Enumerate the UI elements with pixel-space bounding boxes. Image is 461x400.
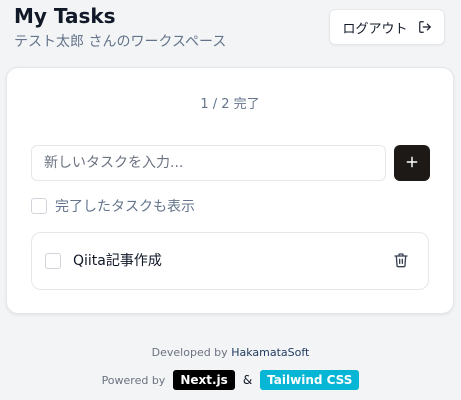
workspace-subtitle: テスト太郎 さんのワークスペース (14, 34, 227, 50)
developed-by-text: Developed by (151, 346, 228, 359)
task-title: Qiita記事作成 (73, 253, 162, 269)
show-completed-checkbox[interactable] (31, 198, 47, 214)
trash-icon (393, 252, 409, 272)
logout-label: ログアウト (342, 21, 408, 37)
progress-text: 1 / 2 完了 (200, 97, 260, 112)
footer-powered-by: Powered by Next.js & Tailwind CSS (0, 370, 461, 390)
new-task-input[interactable] (31, 145, 386, 181)
ampersand: & (242, 373, 253, 387)
delete-task-button[interactable] (391, 252, 411, 272)
task-item: Qiita記事作成 (31, 232, 429, 290)
add-task-button[interactable] (394, 145, 430, 181)
show-completed-label: 完了したタスクも表示 (55, 199, 195, 215)
task-checkbox[interactable] (45, 253, 61, 269)
task-card: 1 / 2 完了 完了したタスクも表示 Qiita記事作成 (6, 67, 454, 314)
footer-developed-by: Developed by HakamataSoft (0, 346, 461, 359)
powered-by-text: Powered by (101, 373, 166, 387)
header: My Tasks テスト太郎 さんのワークスペース ログアウト (14, 4, 447, 54)
page-title: My Tasks (14, 4, 116, 28)
plus-icon (405, 155, 419, 172)
tailwind-badge: Tailwind CSS (260, 370, 360, 390)
nextjs-badge: Next.js (173, 370, 235, 390)
logout-icon (418, 20, 432, 34)
logout-button[interactable]: ログアウト (329, 9, 445, 45)
page: My Tasks テスト太郎 さんのワークスペース ログアウト 1 / 2 完了 (0, 0, 461, 400)
show-completed-toggle[interactable]: 完了したタスクも表示 (31, 196, 195, 216)
developer-link[interactable]: HakamataSoft (231, 346, 309, 359)
